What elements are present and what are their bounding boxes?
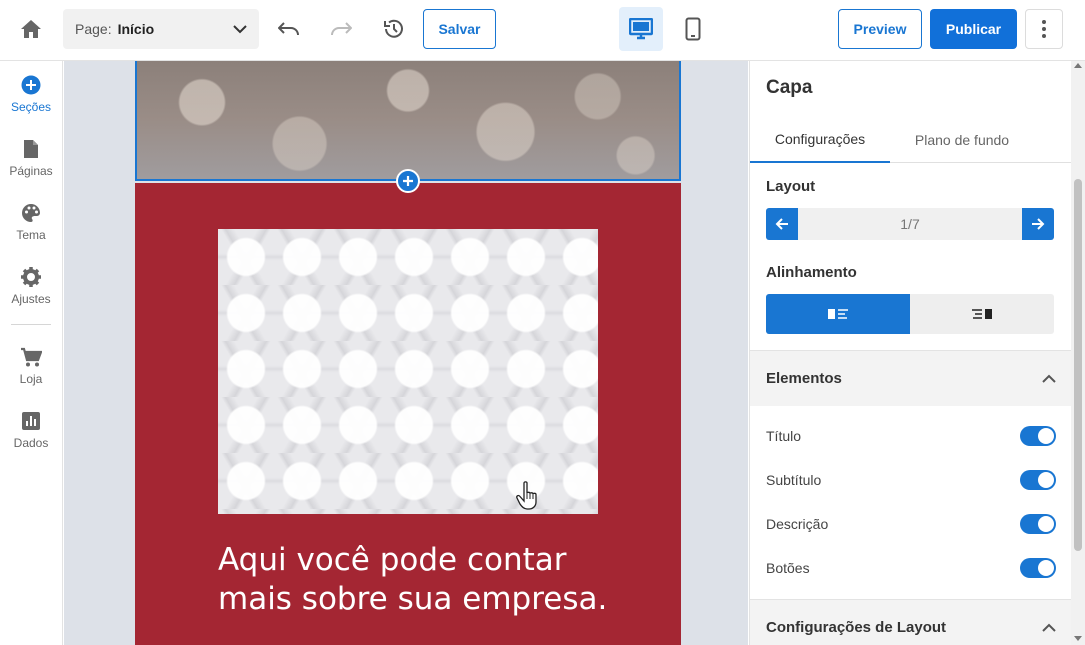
panel-tabs: Configurações Plano de fundo	[750, 117, 1071, 163]
tab-configuracoes[interactable]: Configurações	[750, 117, 890, 163]
chevron-down-icon	[233, 24, 247, 34]
chevron-up-icon	[1042, 374, 1056, 383]
gear-icon	[21, 264, 41, 290]
sidebar-item-label: Dados	[13, 436, 49, 450]
hand-cursor-icon	[516, 481, 540, 516]
layout-settings-group-header[interactable]: Configurações de Layout	[750, 599, 1071, 645]
toggle-label: Descrição	[766, 516, 829, 532]
mobile-view-button[interactable]	[671, 7, 715, 51]
toggle-row-descricao: Descrição	[766, 510, 1056, 538]
layout-prev-button[interactable]	[766, 208, 798, 240]
align-right-icon	[972, 309, 992, 319]
panel-title: Capa	[766, 77, 813, 98]
toggle-row-subtitulo: Subtítulo	[766, 466, 1056, 494]
page-select-value: Início	[117, 21, 155, 37]
tab-plano-de-fundo[interactable]: Plano de fundo	[890, 117, 1034, 163]
bar-chart-icon	[22, 408, 40, 434]
sidebar-item-paginas[interactable]: Páginas	[0, 136, 62, 192]
redo-button[interactable]	[326, 14, 356, 44]
history-button[interactable]	[378, 14, 408, 44]
more-vertical-icon	[1042, 20, 1046, 38]
history-icon	[384, 19, 403, 38]
arrow-right-icon	[1032, 218, 1045, 230]
sidebar-item-label: Páginas	[9, 164, 53, 178]
sidebar-item-label: Ajustes	[11, 292, 51, 306]
cart-icon	[20, 344, 42, 370]
preview-button[interactable]: Preview	[838, 9, 922, 49]
layout-label: Layout	[766, 178, 816, 195]
elements-group-title: Elementos	[766, 370, 842, 387]
home-icon	[21, 20, 41, 38]
page-select-label: Page:	[75, 21, 112, 37]
toggle-label: Subtítulo	[766, 472, 822, 488]
toggle-descricao[interactable]	[1020, 514, 1056, 534]
layout-count: 1/7	[900, 216, 920, 232]
redo-icon	[331, 22, 352, 36]
align-image-left-button[interactable]	[766, 294, 910, 334]
desktop-view-button[interactable]	[619, 7, 663, 51]
toggle-label: Botões	[766, 560, 810, 576]
layout-selector: 1/7	[766, 208, 1054, 240]
layout-next-button[interactable]	[1022, 208, 1054, 240]
cover-section[interactable]: Aqui você pode contar mais sobre sua emp…	[135, 183, 681, 645]
sidebar-item-loja[interactable]: Loja	[0, 344, 62, 400]
elements-group-header[interactable]: Elementos	[750, 350, 1071, 406]
undo-button[interactable]	[274, 14, 304, 44]
toggle-label: Título	[766, 428, 802, 444]
page-select[interactable]: Page: Início	[63, 9, 259, 49]
plus-icon	[403, 176, 413, 186]
undo-icon	[278, 22, 299, 36]
scrollbar-thumb[interactable]	[1074, 179, 1082, 551]
toggle-titulo[interactable]	[1020, 426, 1056, 446]
sidebar-item-tema[interactable]: Tema	[0, 200, 62, 256]
sidebar-item-label: Loja	[19, 372, 43, 386]
sidebar-divider	[11, 324, 51, 325]
palette-icon	[21, 200, 41, 226]
sidebar-item-label: Seções	[10, 100, 52, 114]
more-options-button[interactable]	[1025, 9, 1063, 49]
toggle-row-titulo: Título	[766, 422, 1056, 450]
alignment-label: Alinhamento	[766, 264, 857, 281]
sidebar-item-label: Tema	[16, 228, 46, 242]
add-circle-icon	[21, 72, 41, 98]
editor-canvas[interactable]: Aqui você pode contar mais sobre sua emp…	[64, 61, 748, 645]
mobile-icon	[685, 17, 701, 41]
toggle-row-botoes: Botões	[766, 554, 1056, 582]
page-icon	[23, 136, 39, 162]
toggle-subtitulo[interactable]	[1020, 470, 1056, 490]
scroll-down-arrow-icon[interactable]	[1074, 635, 1082, 643]
align-left-icon	[828, 309, 848, 319]
sidebar-item-dados[interactable]: Dados	[0, 408, 62, 464]
align-image-right-button[interactable]	[910, 294, 1054, 334]
alignment-selector	[766, 294, 1054, 334]
desktop-icon	[629, 18, 653, 40]
arrow-left-icon	[775, 218, 788, 230]
chevron-up-icon	[1042, 623, 1056, 632]
home-button[interactable]	[18, 16, 44, 42]
publish-button[interactable]: Publicar	[930, 9, 1017, 49]
cover-image[interactable]	[218, 229, 598, 514]
scroll-up-arrow-icon[interactable]	[1074, 61, 1082, 69]
layout-settings-group-title: Configurações de Layout	[766, 619, 947, 636]
toggle-botoes[interactable]	[1020, 558, 1056, 578]
panel-scrollbar[interactable]	[1071, 61, 1085, 645]
left-sidebar: Seções Páginas Tema Ajustes Loja Dados	[0, 61, 63, 645]
cover-background-image[interactable]	[135, 61, 681, 181]
save-button[interactable]: Salvar	[423, 9, 496, 49]
settings-panel: Capa Configurações Plano de fundo Layout…	[749, 61, 1071, 645]
sidebar-item-ajustes[interactable]: Ajustes	[0, 264, 62, 320]
top-toolbar: Page: Início Salvar Preview Publicar	[0, 0, 1085, 61]
sidebar-item-secoes[interactable]: Seções	[0, 72, 62, 128]
add-section-button[interactable]	[396, 169, 420, 193]
cover-title[interactable]: Aqui você pode contar mais sobre sua emp…	[218, 541, 618, 619]
